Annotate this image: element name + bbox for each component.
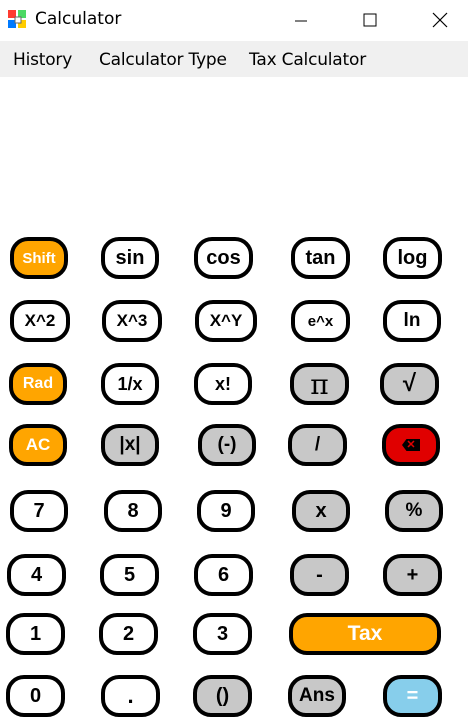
maximize-icon: [363, 13, 377, 27]
digit-0-button[interactable]: 0: [6, 675, 65, 717]
reciprocal-button[interactable]: 1/x: [101, 363, 159, 405]
maximize-button[interactable]: [347, 0, 393, 40]
tax-button[interactable]: Tax: [289, 613, 441, 655]
rad-button[interactable]: Rad: [9, 363, 67, 405]
exp-button[interactable]: e^x: [291, 300, 350, 342]
add-button[interactable]: +: [383, 554, 442, 596]
power-button[interactable]: X^Y: [195, 300, 257, 342]
digit-1-button[interactable]: 1: [6, 613, 65, 655]
digit-8-button[interactable]: 8: [104, 490, 162, 532]
sqrt-button[interactable]: √: [380, 363, 439, 405]
digit-7-button[interactable]: 7: [10, 490, 68, 532]
digit-3-button[interactable]: 3: [193, 613, 252, 655]
log-button[interactable]: log: [383, 237, 442, 279]
close-icon: [432, 12, 448, 28]
minimize-icon: [295, 20, 307, 22]
square-button[interactable]: X^2: [10, 300, 70, 342]
menu-tax-calculator[interactable]: Tax Calculator: [249, 50, 366, 70]
cube-button[interactable]: X^3: [102, 300, 162, 342]
menu-bar: History Calculator Type Tax Calculator: [0, 41, 468, 77]
calculator-app-icon[interactable]: [8, 10, 28, 30]
calculator-display: [0, 77, 468, 227]
shift-button[interactable]: Shift: [10, 237, 68, 279]
window-title: Calculator: [35, 9, 122, 29]
negate-button[interactable]: (-): [198, 424, 256, 466]
sin-button[interactable]: sin: [101, 237, 159, 279]
tan-button[interactable]: tan: [291, 237, 350, 279]
menu-history[interactable]: History: [13, 50, 72, 70]
backspace-button[interactable]: ✕: [382, 424, 440, 466]
subtract-button[interactable]: -: [290, 554, 349, 596]
digit-2-button[interactable]: 2: [99, 613, 158, 655]
pi-button[interactable]: π: [290, 363, 349, 405]
multiply-button[interactable]: x: [292, 490, 350, 532]
digit-6-button[interactable]: 6: [194, 554, 253, 596]
cos-button[interactable]: cos: [194, 237, 253, 279]
abs-button[interactable]: |x|: [101, 424, 159, 466]
divide-button[interactable]: /: [288, 424, 347, 466]
title-bar: Calculator: [0, 0, 468, 40]
ln-button[interactable]: ln: [383, 300, 441, 342]
close-button[interactable]: [417, 0, 463, 40]
parentheses-button[interactable]: (): [193, 675, 252, 717]
backspace-icon: ✕: [402, 439, 420, 451]
menu-calculator-type[interactable]: Calculator Type: [99, 50, 227, 70]
digit-9-button[interactable]: 9: [197, 490, 255, 532]
percent-button[interactable]: %: [385, 490, 443, 532]
factorial-button[interactable]: x!: [194, 363, 252, 405]
minimize-button[interactable]: [278, 0, 324, 40]
ans-button[interactable]: Ans: [288, 675, 346, 717]
digit-5-button[interactable]: 5: [100, 554, 159, 596]
all-clear-button[interactable]: AC: [9, 424, 67, 466]
digit-4-button[interactable]: 4: [7, 554, 66, 596]
equals-button[interactable]: =: [383, 675, 442, 717]
decimal-point-button[interactable]: .: [101, 675, 160, 717]
